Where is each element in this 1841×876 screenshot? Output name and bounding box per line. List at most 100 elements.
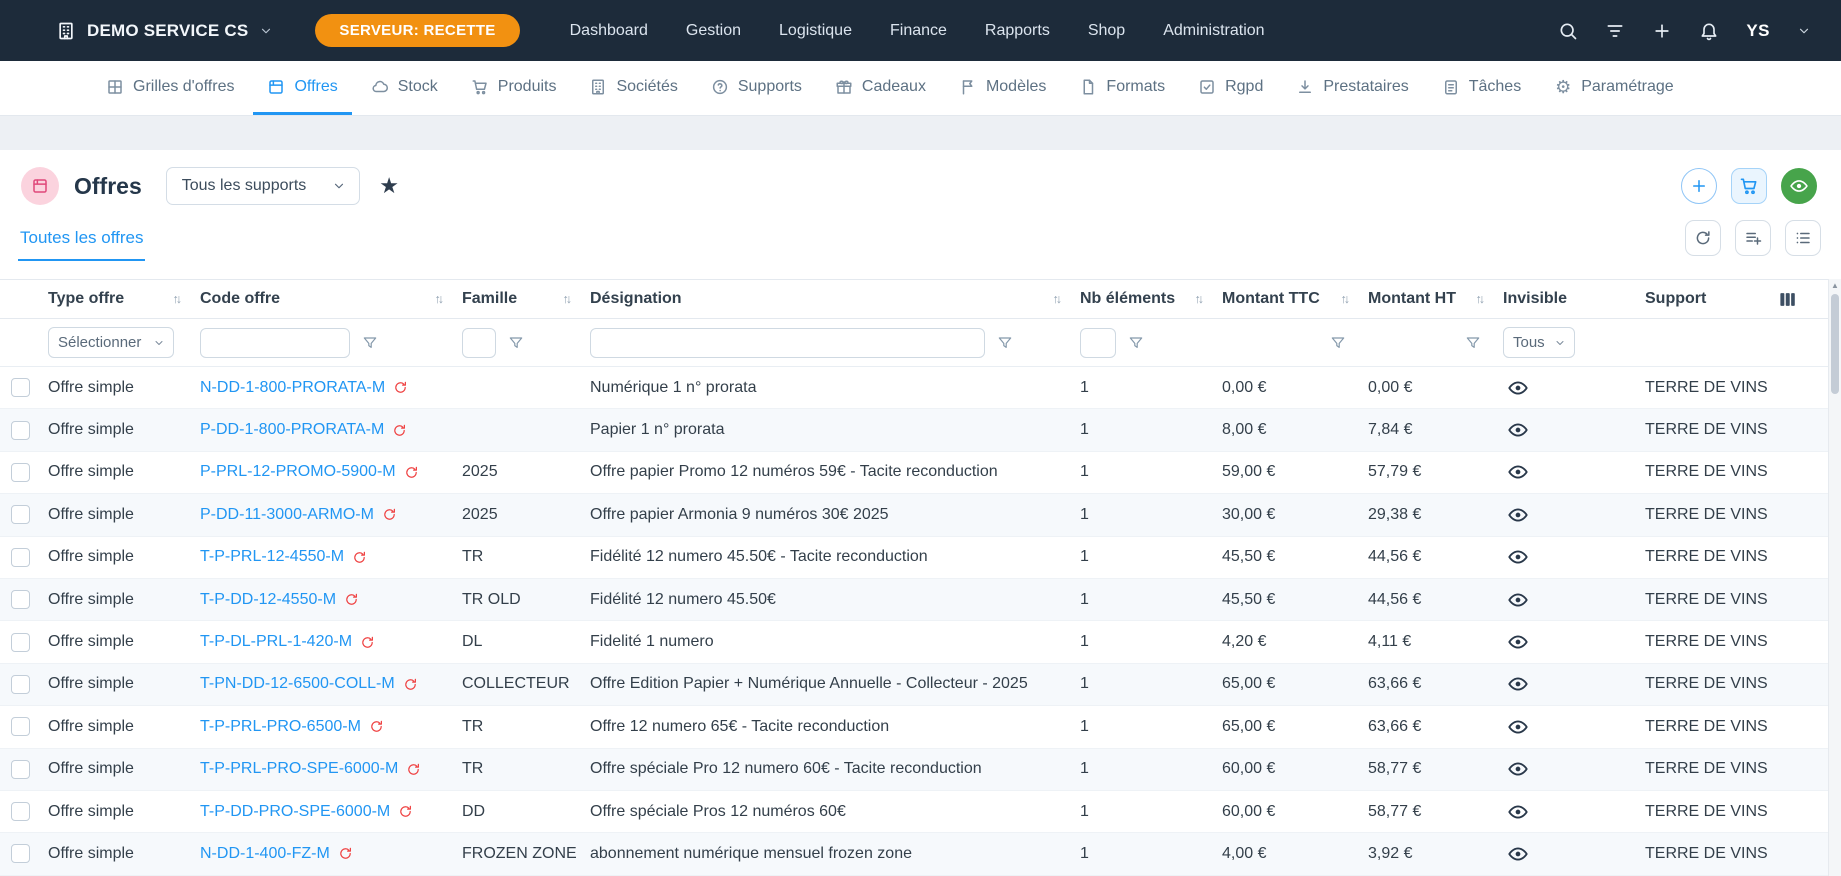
- table-row[interactable]: Offre simple T-P-DD-PRO-SPE-6000-M DD Of…: [0, 791, 1841, 833]
- table-row[interactable]: Offre simple N-DD-1-800-PRORATA-M Numéri…: [0, 367, 1841, 409]
- filter-invisible-select[interactable]: Tous: [1503, 327, 1575, 358]
- preview-button[interactable]: [1781, 168, 1817, 204]
- header-montant-ht[interactable]: Montant HT ↑↓: [1360, 280, 1495, 318]
- tab-societes[interactable]: Sociétés: [575, 61, 691, 115]
- header-famille[interactable]: Famille ↑↓: [454, 280, 582, 318]
- support-filter-select[interactable]: Tous les supports: [166, 167, 361, 205]
- offer-code-link[interactable]: T-P-PRL-12-4550-M: [200, 548, 344, 566]
- brand-menu[interactable]: DEMO SERVICE CS: [56, 21, 273, 41]
- user-menu-chevron-icon[interactable]: [1797, 24, 1811, 38]
- offer-code-link[interactable]: N-DD-1-400-FZ-M: [200, 845, 330, 863]
- topnav-finance[interactable]: Finance: [890, 22, 947, 40]
- favorite-star-icon[interactable]: ★: [379, 175, 399, 197]
- quick-add-icon[interactable]: [1652, 21, 1672, 41]
- visibility-eye-icon[interactable]: [1507, 843, 1529, 865]
- filter-type-select[interactable]: Sélectionner: [48, 327, 174, 358]
- row-checkbox[interactable]: [11, 463, 30, 482]
- funnel-filter-icon[interactable]: [508, 335, 524, 351]
- header-nb-elements[interactable]: Nb éléments ↑↓: [1072, 280, 1214, 318]
- sort-icon[interactable]: ↑↓: [563, 292, 573, 306]
- row-checkbox[interactable]: [11, 633, 30, 652]
- add-offer-button[interactable]: [1681, 168, 1717, 204]
- tab-supports[interactable]: Supports: [697, 61, 816, 115]
- table-row[interactable]: Offre simple T-P-DD-12-4550-M TR OLD Fid…: [0, 579, 1841, 621]
- tab-offres[interactable]: Offres: [253, 61, 351, 115]
- cart-button[interactable]: [1731, 168, 1767, 204]
- scroll-up-arrow[interactable]: ▲: [1829, 281, 1841, 290]
- table-row[interactable]: Offre simple T-PN-DD-12-6500-COLL-M COLL…: [0, 664, 1841, 706]
- row-checkbox[interactable]: [11, 378, 30, 397]
- funnel-filter-icon[interactable]: [1330, 335, 1346, 351]
- tab-cadeaux[interactable]: Cadeaux: [821, 61, 940, 115]
- sort-icon[interactable]: ↑↓: [1053, 292, 1063, 306]
- table-row[interactable]: Offre simple P-PRL-12-PROMO-5900-M 2025 …: [0, 452, 1841, 494]
- tab-parametrage[interactable]: ⚙Paramétrage: [1540, 61, 1688, 115]
- table-row[interactable]: Offre simple T-P-DL-PRL-1-420-M DL Fidel…: [0, 621, 1841, 663]
- table-row[interactable]: Offre simple T-P-PRL-PRO-SPE-6000-M TR O…: [0, 749, 1841, 791]
- visibility-eye-icon[interactable]: [1507, 673, 1529, 695]
- tab-rgpd[interactable]: Rgpd: [1184, 61, 1277, 115]
- filter-famille-input[interactable]: [462, 328, 496, 358]
- search-icon[interactable]: [1558, 21, 1578, 41]
- notifications-bell-icon[interactable]: [1699, 21, 1719, 41]
- tab-formats[interactable]: Formats: [1065, 61, 1179, 115]
- row-checkbox[interactable]: [11, 675, 30, 694]
- table-row[interactable]: Offre simple P-DD-11-3000-ARMO-M 2025 Of…: [0, 494, 1841, 536]
- sort-icon[interactable]: ↑↓: [435, 292, 445, 306]
- table-row[interactable]: Offre simple P-DD-1-800-PRORATA-M Papier…: [0, 409, 1841, 451]
- tab-prestataires[interactable]: Prestataires: [1282, 61, 1422, 115]
- tab-produits[interactable]: Produits: [457, 61, 571, 115]
- visibility-eye-icon[interactable]: [1507, 546, 1529, 568]
- tab-stock[interactable]: Stock: [357, 61, 452, 115]
- header-type-offre[interactable]: Type offre ↑↓: [40, 280, 192, 318]
- offer-code-link[interactable]: P-PRL-12-PROMO-5900-M: [200, 463, 396, 481]
- funnel-filter-icon[interactable]: [362, 335, 378, 351]
- refresh-button[interactable]: [1685, 220, 1721, 256]
- filter-designation-input[interactable]: [590, 328, 985, 358]
- row-checkbox[interactable]: [11, 717, 30, 736]
- offer-code-link[interactable]: T-P-PRL-PRO-SPE-6000-M: [200, 760, 398, 778]
- topnav-gestion[interactable]: Gestion: [686, 22, 741, 40]
- tab-taches[interactable]: Tâches: [1428, 61, 1535, 115]
- sort-icon[interactable]: ↑↓: [1195, 292, 1205, 306]
- sort-icon[interactable]: ↑↓: [1341, 292, 1351, 306]
- visibility-eye-icon[interactable]: [1507, 631, 1529, 653]
- tab-modeles[interactable]: Modèles: [945, 61, 1060, 115]
- offer-code-link[interactable]: T-P-PRL-PRO-6500-M: [200, 718, 361, 736]
- table-row[interactable]: Offre simple T-P-PRL-PRO-6500-M TR Offre…: [0, 706, 1841, 748]
- user-avatar[interactable]: YS: [1746, 21, 1770, 41]
- offer-code-link[interactable]: N-DD-1-800-PRORATA-M: [200, 379, 385, 397]
- vertical-scrollbar[interactable]: ▲: [1828, 279, 1841, 876]
- offer-code-link[interactable]: P-DD-1-800-PRORATA-M: [200, 421, 384, 439]
- table-row[interactable]: Offre simple N-DD-1-400-FZ-M FROZEN ZONE…: [0, 833, 1841, 875]
- filter-icon[interactable]: [1605, 21, 1625, 41]
- add-to-list-button[interactable]: [1735, 220, 1771, 256]
- list-view-button[interactable]: [1785, 220, 1821, 256]
- row-checkbox[interactable]: [11, 505, 30, 524]
- sort-icon[interactable]: ↑↓: [173, 292, 183, 306]
- topnav-shop[interactable]: Shop: [1088, 22, 1125, 40]
- offer-code-link[interactable]: P-DD-11-3000-ARMO-M: [200, 506, 374, 524]
- offer-code-link[interactable]: T-P-DD-PRO-SPE-6000-M: [200, 803, 390, 821]
- topnav-dashboard[interactable]: Dashboard: [570, 22, 648, 40]
- funnel-filter-icon[interactable]: [997, 335, 1013, 351]
- row-checkbox[interactable]: [11, 590, 30, 609]
- header-montant-ttc[interactable]: Montant TTC ↑↓: [1214, 280, 1360, 318]
- column-settings-icon[interactable]: [1778, 290, 1797, 309]
- tab-grilles-d-offres[interactable]: Grilles d'offres: [92, 61, 248, 115]
- topnav-logistique[interactable]: Logistique: [779, 22, 852, 40]
- visibility-eye-icon[interactable]: [1507, 461, 1529, 483]
- header-code-offre[interactable]: Code offre ↑↓: [192, 280, 454, 318]
- filter-nb-input[interactable]: [1080, 328, 1116, 358]
- table-row[interactable]: Offre simple T-P-PRL-12-4550-M TR Fidéli…: [0, 537, 1841, 579]
- visibility-eye-icon[interactable]: [1507, 801, 1529, 823]
- visibility-eye-icon[interactable]: [1507, 377, 1529, 399]
- offer-code-link[interactable]: T-PN-DD-12-6500-COLL-M: [200, 675, 395, 693]
- topnav-rapports[interactable]: Rapports: [985, 22, 1050, 40]
- scrollbar-thumb[interactable]: [1831, 294, 1839, 394]
- tab-toutes-les-offres[interactable]: Toutes les offres: [18, 220, 145, 261]
- row-checkbox[interactable]: [11, 802, 30, 821]
- offer-code-link[interactable]: T-P-DL-PRL-1-420-M: [200, 633, 352, 651]
- filter-code-input[interactable]: [200, 328, 350, 358]
- header-designation[interactable]: Désignation ↑↓: [582, 280, 1072, 318]
